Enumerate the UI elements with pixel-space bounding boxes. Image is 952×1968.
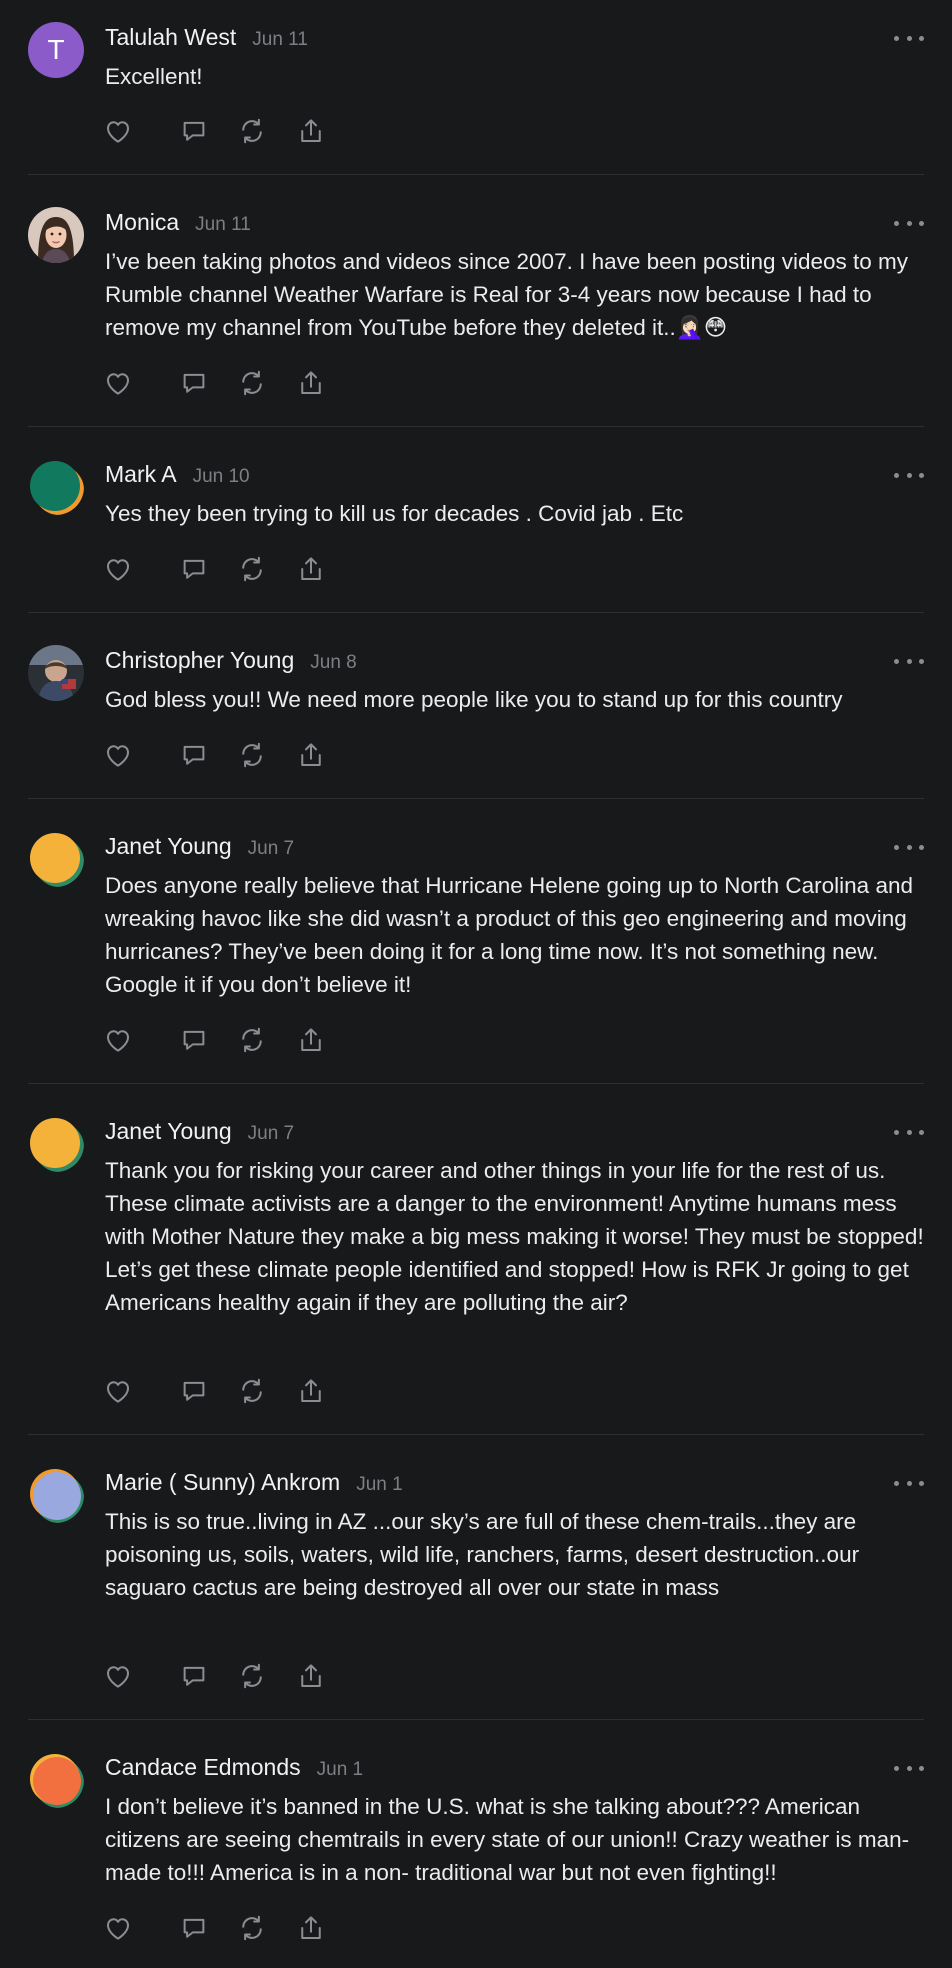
avatar[interactable] [28,831,84,887]
share-icon[interactable] [296,368,326,398]
avatar[interactable] [28,1467,84,1523]
share-icon[interactable] [296,554,326,584]
author-name[interactable]: Marie ( Sunny) Ankrom [105,1469,340,1496]
comment-text: I don’t believe it’s banned in the U.S. … [105,1794,910,1885]
avatar[interactable]: T [28,22,84,78]
heart-icon[interactable] [103,368,133,398]
comment-icon[interactable] [179,1913,209,1943]
restack-icon[interactable] [237,1661,267,1691]
share-icon[interactable] [296,1025,326,1055]
avatar[interactable] [28,1752,84,1808]
restack-icon[interactable] [237,116,267,146]
comment-actions [103,1376,343,1406]
restack-icon[interactable] [237,554,267,584]
comment-header: Janet Young Jun 7 [105,1118,294,1145]
comment-divider [28,1083,924,1084]
comment-text: Does anyone really believe that Hurrican… [105,873,913,997]
avatar[interactable] [28,1116,84,1172]
comment-header: Marie ( Sunny) Ankrom Jun 1 [105,1469,403,1496]
comment-header: Monica Jun 11 [105,209,251,236]
comment-date[interactable]: Jun 7 [248,838,294,860]
comment-text: I’ve been taking photos and videos since… [105,249,909,340]
more-options-icon[interactable] [894,213,924,233]
comment-actions [103,1913,343,1943]
comment-text: This is so true..living in AZ ...our sky… [105,1509,860,1600]
avatar[interactable] [28,645,84,701]
comment-actions [103,554,343,584]
comment-divider [28,612,924,613]
comment-text: God bless you!! We need more people like… [105,687,843,712]
more-options-icon[interactable] [894,1473,924,1493]
comment-date[interactable]: Jun 1 [356,1474,402,1496]
restack-icon[interactable] [237,1025,267,1055]
comment-icon[interactable] [179,740,209,770]
comment-actions [103,116,343,146]
restack-icon[interactable] [237,740,267,770]
comment-text: Yes they been trying to kill us for deca… [105,501,684,526]
more-options-icon[interactable] [894,1758,924,1778]
more-options-icon[interactable] [894,837,924,857]
comment-date[interactable]: Jun 11 [195,214,251,236]
author-name[interactable]: Candace Edmonds [105,1754,301,1781]
author-name[interactable]: Christopher Young [105,647,294,674]
avatar[interactable] [28,207,84,263]
author-name[interactable]: Mark A [105,461,177,488]
comment-actions [103,1025,343,1055]
comment-header: Janet Young Jun 7 [105,833,294,860]
comment-icon[interactable] [179,554,209,584]
more-options-icon[interactable] [894,651,924,671]
comment-actions [103,740,343,770]
share-icon[interactable] [296,1913,326,1943]
author-name[interactable]: Janet Young [105,833,232,860]
comment-divider [28,174,924,175]
more-options-icon[interactable] [894,28,924,48]
more-options-icon[interactable] [894,465,924,485]
comment-icon[interactable] [179,1025,209,1055]
comment-icon[interactable] [179,116,209,146]
comment-divider [28,798,924,799]
comment-icon[interactable] [179,1376,209,1406]
heart-icon[interactable] [103,1376,133,1406]
comment-text: Thank you for risking your career and ot… [105,1158,924,1315]
comment-date[interactable]: Jun 7 [248,1123,294,1145]
heart-icon[interactable] [103,1025,133,1055]
restack-icon[interactable] [237,1376,267,1406]
comment-divider [28,1434,924,1435]
comment-divider [28,1719,924,1720]
author-name[interactable]: Talulah West [105,24,236,51]
comment-header: Candace Edmonds Jun 1 [105,1754,363,1781]
share-icon[interactable] [296,1376,326,1406]
comment-date[interactable]: Jun 8 [310,652,356,674]
avatar[interactable] [28,459,84,515]
comment-header: Mark A Jun 10 [105,461,250,488]
comment-header: Talulah West Jun 11 [105,24,308,51]
comment-text: Excellent! [105,64,203,89]
heart-icon[interactable] [103,1913,133,1943]
comment-actions [103,368,343,398]
restack-icon[interactable] [237,368,267,398]
heart-icon[interactable] [103,1661,133,1691]
author-name[interactable]: Janet Young [105,1118,232,1145]
comment-icon[interactable] [179,1661,209,1691]
comment-date[interactable]: Jun 10 [193,466,250,488]
comment-header: Christopher Young Jun 8 [105,647,357,674]
share-icon[interactable] [296,1661,326,1691]
comment-actions [103,1661,343,1691]
heart-icon[interactable] [103,740,133,770]
share-icon[interactable] [296,740,326,770]
heart-icon[interactable] [103,116,133,146]
more-options-icon[interactable] [894,1122,924,1142]
heart-icon[interactable] [103,554,133,584]
share-icon[interactable] [296,116,326,146]
comment-date[interactable]: Jun 1 [317,1759,363,1781]
comment-divider [28,426,924,427]
comment-icon[interactable] [179,368,209,398]
author-name[interactable]: Monica [105,209,179,236]
restack-icon[interactable] [237,1913,267,1943]
comment-date[interactable]: Jun 11 [252,29,308,51]
